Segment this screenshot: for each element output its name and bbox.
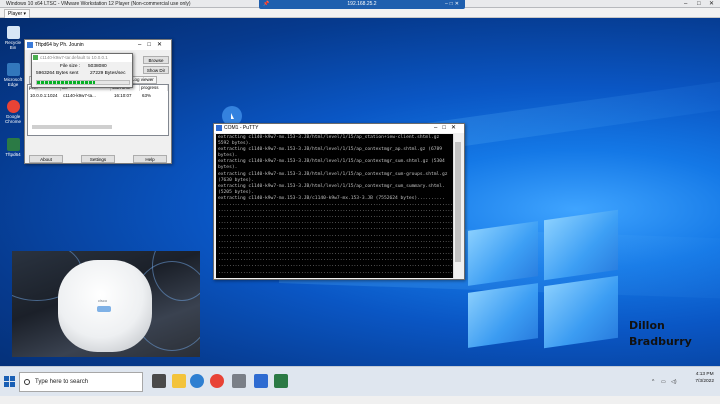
search-icon	[24, 379, 30, 385]
help-button[interactable]: Help	[133, 155, 167, 163]
file-size-label: File size :	[60, 64, 81, 69]
access-point-device: cisco	[58, 260, 152, 352]
window-controls-icon[interactable]: –□✕	[434, 124, 461, 133]
terminal-line: extracting c1140-k9w7-mx.153-3.JB/html/l…	[218, 159, 445, 165]
edge-icon[interactable]	[190, 374, 204, 388]
terminal-line: extracting c1140-k9w7-mx.153-3.JB/html/l…	[218, 147, 443, 153]
putty-window[interactable]: COM1 - PuTTY –□✕ extracting c1140-k9w7-m…	[213, 123, 465, 280]
chrome-icon	[6, 100, 20, 113]
transfer-progress-dialog[interactable]: c1140-k9w7-tar.default to 10.0.0.1 File …	[31, 53, 133, 88]
horizontal-scrollbar[interactable]	[32, 125, 112, 129]
recycle-bin-desktop-icon[interactable]: Recycle Bin	[2, 26, 24, 50]
file-explorer-icon[interactable]	[172, 374, 186, 388]
close-icon[interactable]: ✕	[709, 1, 714, 7]
transfer-icon	[33, 55, 38, 60]
volume-icon[interactable]: ◁)	[671, 379, 677, 385]
pin-icon[interactable]: 📌	[263, 0, 269, 9]
terminal-line: extracting c1140-k9w7-mx.153-3.JB/html/l…	[218, 171, 448, 177]
system-clock[interactable]: 4:13 PM 7/3/2022	[695, 371, 714, 385]
terminal-scrollbar[interactable]	[453, 134, 462, 278]
tray-chevron-icon[interactable]: ^	[652, 379, 654, 385]
watermark-signature: Dillon Bradburry	[629, 319, 692, 348]
maximize-icon[interactable]: □	[697, 1, 701, 7]
transfer-list[interactable]: peer file start time progress 10.0.0.1:1…	[27, 84, 169, 136]
terminal-line: extracting c1140-k9w7-mx.153-3.JB/html/l…	[218, 135, 440, 140]
vmware-toolbar: Player ▾	[0, 8, 720, 19]
vmware-title: Windows 10 x64 LTSC - VMware Workstation…	[6, 1, 191, 7]
network-icon[interactable]: ▭	[661, 379, 666, 385]
vmware-icon[interactable]	[232, 374, 246, 388]
tftpd-titlebar[interactable]: Tftpd64 by Ph. Jounin –□✕	[25, 40, 171, 50]
tftpd-icon[interactable]	[274, 374, 288, 388]
recycle-bin-icon	[6, 26, 20, 39]
edge-icon	[6, 63, 20, 76]
browse-button[interactable]: Browse	[143, 56, 169, 64]
webcam-overlay: cisco	[12, 251, 200, 357]
window-controls-icon[interactable]: –□✕	[138, 40, 168, 50]
edge-desktop-icon[interactable]: Microsoft Edge	[2, 63, 24, 87]
vmware-fullscreen-bar[interactable]: 📌 192.168.25.2 –□✕	[259, 0, 465, 9]
chrome-icon[interactable]	[210, 374, 224, 388]
chrome-desktop-icon[interactable]: Google Chrome	[2, 100, 24, 124]
terminal-line: ........................................…	[218, 269, 454, 276]
progress-fill	[37, 81, 95, 84]
dialog-gap	[31, 90, 35, 94]
mouse-pointer-icon	[231, 113, 234, 119]
tftpd-icon	[6, 138, 20, 151]
putty-titlebar[interactable]: COM1 - PuTTY –□✕	[214, 124, 464, 133]
terminal-output[interactable]: extracting c1140-k9w7-mx.153-3.JB/html/l…	[216, 134, 454, 278]
cisco-logo: cisco	[98, 298, 108, 303]
task-view-icon[interactable]	[152, 374, 166, 388]
minimize-icon[interactable]: –	[684, 1, 687, 7]
terminal-line: ........................................…	[218, 250, 454, 256]
row-start: 16:10:07	[114, 93, 132, 98]
windows-logo-icon	[468, 209, 618, 349]
bytes-sent: 5963264 Bytes sent	[36, 71, 79, 76]
status-led	[97, 306, 111, 312]
window-controls-icon[interactable]: –□✕	[445, 0, 461, 9]
taskbar-search-input[interactable]: Type here to search	[19, 372, 143, 392]
start-button[interactable]	[4, 376, 16, 388]
tftpd-title: Tftpd64 by Ph. Jounin	[35, 42, 84, 48]
terminal-line: ........................................…	[218, 238, 454, 244]
settings-button[interactable]: Settings	[81, 155, 115, 163]
about-button[interactable]: About	[29, 155, 63, 163]
putty-icon	[216, 125, 222, 131]
transfer-rate: 27229 Bytes/sec	[90, 71, 126, 76]
taskbar: Type here to search ^ ▭ ◁) 4:13 PM 7/3/2…	[0, 366, 720, 396]
row-progress: 63%	[142, 93, 152, 98]
host-label: 192.168.25.2	[347, 1, 377, 7]
transfer-progress-bar	[36, 80, 130, 85]
file-size-value: 5038080	[88, 64, 107, 69]
putty-icon[interactable]	[254, 374, 268, 388]
scrollbar-thumb[interactable]	[455, 142, 461, 262]
transfer-title[interactable]: c1140-k9w7-tar.default to 10.0.0.1	[32, 54, 132, 62]
putty-title: COM1 - PuTTY	[224, 125, 259, 131]
tab-log-viewer[interactable]: Log viewer	[129, 76, 157, 84]
tftpd-icon	[27, 42, 33, 48]
vmware-bottom-strip	[0, 396, 720, 404]
terminal-line: ........................................…	[218, 226, 454, 232]
show-dir-button[interactable]: Show Dir	[143, 66, 169, 74]
terminal-line: ........................................…	[218, 244, 454, 250]
column-header[interactable]: progress	[140, 85, 168, 91]
tftpd-desktop-icon[interactable]: Tftpd64	[2, 138, 24, 157]
terminal-line: ........................................…	[218, 232, 454, 238]
row-file: c1140-k9w7-ta...	[63, 93, 96, 98]
terminal-line: extracting c1140-k9w7-mx.153-3.JB/html/l…	[218, 183, 445, 189]
